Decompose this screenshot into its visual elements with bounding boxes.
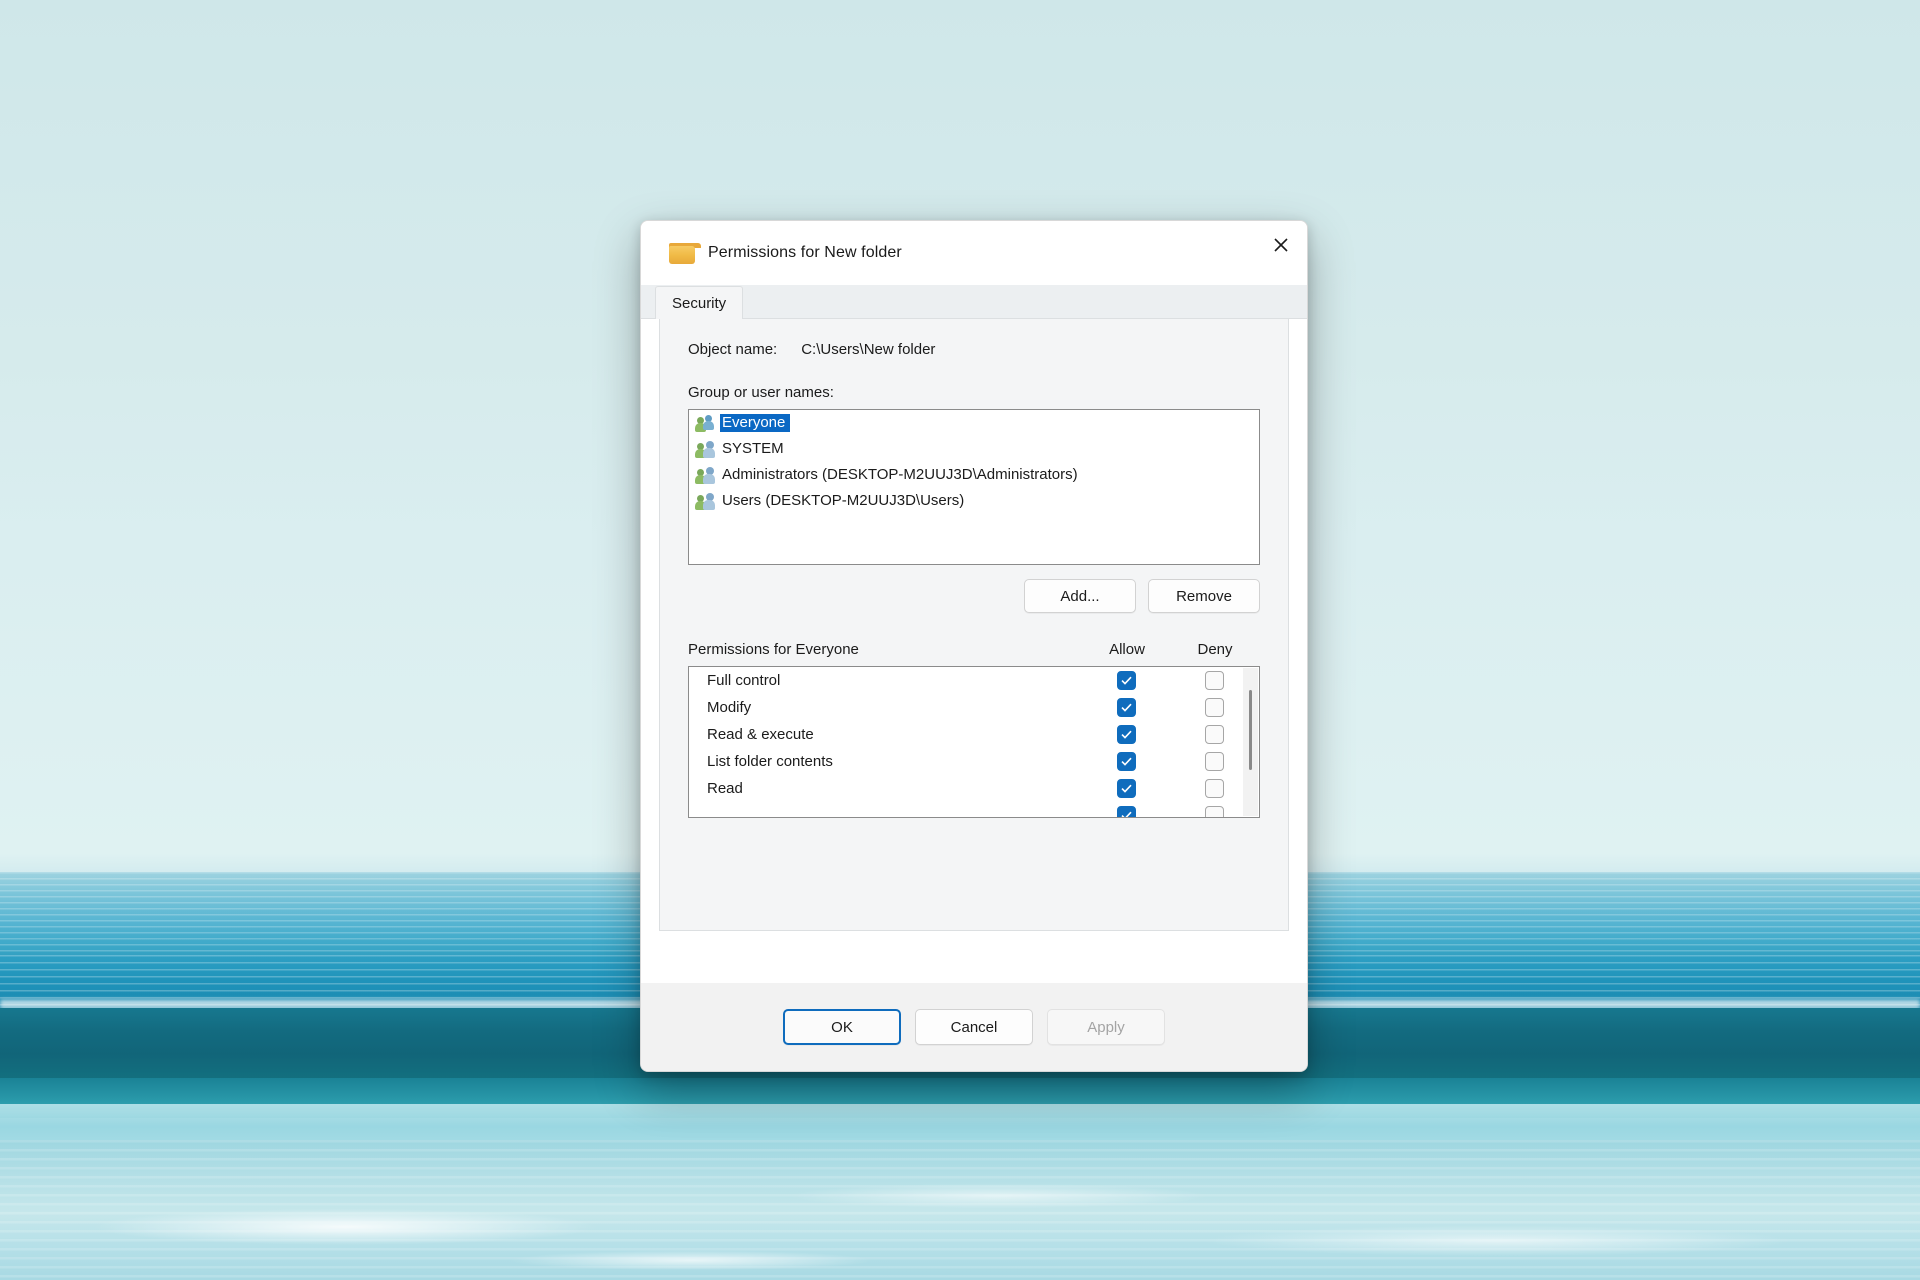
list-item[interactable]: SYSTEM — [689, 436, 1259, 462]
folder-icon — [669, 242, 701, 264]
allow-column-header: Allow — [1109, 641, 1145, 658]
permissions-dialog: Permissions for New folder Security Obje… — [640, 220, 1308, 1072]
allow-cell — [1083, 725, 1169, 744]
tab-strip: Security — [641, 285, 1307, 319]
deny-checkbox[interactable] — [1204, 671, 1224, 690]
remove-button[interactable]: Remove — [1148, 579, 1260, 613]
list-item[interactable]: Everyone — [689, 410, 1259, 436]
scrollbar-thumb[interactable] — [1249, 690, 1252, 770]
table-row: Read — [689, 775, 1259, 802]
permissions-for-label: Permissions for Everyone — [688, 641, 859, 658]
close-icon[interactable] — [1255, 221, 1307, 269]
list-item[interactable]: Administrators (DESKTOP-M2UUJ3D\Administ… — [689, 462, 1259, 488]
users-icon — [695, 414, 715, 432]
dialog-footer: OK Cancel Apply — [641, 983, 1307, 1071]
allow-checkbox[interactable] — [1116, 779, 1136, 798]
users-icon — [695, 492, 715, 510]
permission-name: Read — [707, 780, 743, 797]
allow-cell — [1083, 698, 1169, 717]
allow-cell — [1083, 671, 1169, 690]
deny-checkbox[interactable] — [1204, 698, 1224, 717]
object-name-value: C:\Users\New folder — [801, 341, 936, 358]
allow-checkbox[interactable] — [1116, 725, 1136, 744]
deny-column-header: Deny — [1197, 641, 1233, 658]
permissions-header-row: Permissions for Everyone Allow Deny — [688, 641, 1260, 658]
list-actions: Add... Remove — [688, 579, 1260, 613]
table-row: List folder contents — [689, 748, 1259, 775]
allow-cell — [1083, 752, 1169, 771]
list-item[interactable]: Users (DESKTOP-M2UUJ3D\Users) — [689, 488, 1259, 514]
users-icon — [695, 466, 715, 484]
list-item-label: Everyone — [720, 414, 791, 432]
allow-checkbox[interactable] — [1116, 671, 1136, 690]
deny-checkbox[interactable] — [1204, 806, 1224, 817]
allow-checkbox[interactable] — [1116, 752, 1136, 771]
object-name-label: Object name: — [688, 341, 778, 358]
permission-name: Read & execute — [707, 726, 814, 743]
permissions-scrollbar[interactable] — [1243, 668, 1258, 816]
permission-name: Full control — [707, 672, 781, 689]
table-row: Full control — [689, 667, 1259, 694]
apply-button[interactable]: Apply — [1047, 1009, 1165, 1045]
table-row: Modify — [689, 694, 1259, 721]
allow-cell — [1083, 779, 1169, 798]
ok-button[interactable]: OK — [783, 1009, 901, 1045]
wallpaper-near-water — [0, 1140, 1920, 1280]
tab-security-label: Security — [672, 294, 727, 312]
list-item-label: SYSTEM — [722, 440, 784, 457]
add-button[interactable]: Add... — [1024, 579, 1136, 613]
allow-checkbox[interactable] — [1116, 806, 1136, 817]
deny-checkbox[interactable] — [1204, 752, 1224, 771]
table-row-partial — [689, 802, 1259, 817]
deny-checkbox[interactable] — [1204, 725, 1224, 744]
list-item-label: Users (DESKTOP-M2UUJ3D\Users) — [722, 492, 965, 509]
object-name-row: Object name: C:\Users\New folder — [688, 341, 1260, 358]
permission-name: Modify — [707, 699, 752, 716]
dialog-titlebar: Permissions for New folder — [641, 221, 1307, 285]
cancel-button[interactable]: Cancel — [915, 1009, 1033, 1045]
users-icon — [695, 440, 715, 458]
tab-security[interactable]: Security — [655, 286, 744, 319]
deny-checkbox[interactable] — [1204, 779, 1224, 798]
dialog-title: Permissions for New folder — [708, 244, 902, 261]
security-tab-panel: Object name: C:\Users\New folder Group o… — [659, 319, 1289, 931]
table-row: Read & execute — [689, 721, 1259, 748]
list-item-label: Administrators (DESKTOP-M2UUJ3D\Administ… — [722, 466, 1078, 483]
permission-name: List folder contents — [707, 753, 833, 770]
group-or-user-names-label: Group or user names: — [688, 384, 834, 401]
allow-cell — [1083, 806, 1169, 817]
allow-checkbox[interactable] — [1116, 698, 1136, 717]
group-or-user-names-list[interactable]: Everyone SYSTEM Administrators (DESKTOP-… — [688, 409, 1260, 565]
permissions-list[interactable]: Full control Modify Read & execute List … — [688, 666, 1260, 818]
